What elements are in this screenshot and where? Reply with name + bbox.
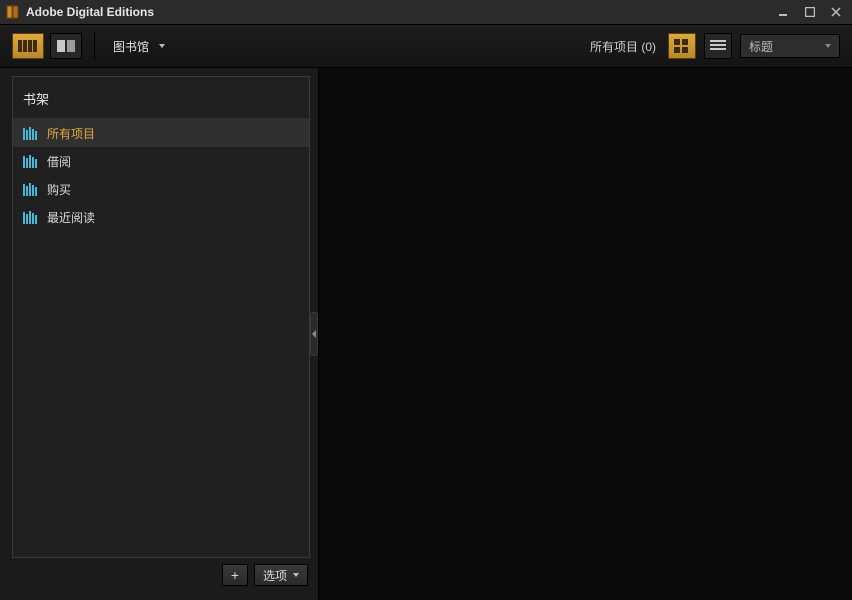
shelf-item-label: 最近阅读 <box>47 209 95 226</box>
shelf-item-label: 所有项目 <box>47 125 95 142</box>
bookshelf-icon <box>23 126 39 140</box>
window-title: Adobe Digital Editions <box>26 5 154 19</box>
library-view-button[interactable] <box>12 33 44 59</box>
sort-dropdown-label: 标题 <box>749 38 773 55</box>
bookshelf-icon <box>23 182 39 196</box>
library-menu[interactable]: 图书馆 <box>107 34 171 59</box>
close-button[interactable] <box>826 2 846 22</box>
sidebar-header: 书架 <box>13 77 309 119</box>
sidebar-splitter[interactable] <box>310 68 318 600</box>
toolbar: 图书馆 所有项目 (0) <box>0 25 852 68</box>
shelf-item-all[interactable]: 所有项目 <box>13 119 309 147</box>
shelf-item-recent[interactable]: 最近阅读 <box>13 203 309 231</box>
shelf-options-label: 选项 <box>263 567 287 584</box>
splitter-handle <box>310 312 318 356</box>
bookshelf-sidebar: 书架 所有项目 <box>12 76 310 558</box>
app-icon <box>6 5 20 19</box>
shelf-options-button[interactable]: 选项 <box>254 564 308 586</box>
content-area <box>318 68 852 600</box>
reading-view-button[interactable] <box>50 33 82 59</box>
add-shelf-button[interactable]: + <box>222 564 248 586</box>
shelf-item-purchased[interactable]: 购买 <box>13 175 309 203</box>
toolbar-separator <box>94 32 95 60</box>
library-menu-label: 图书馆 <box>113 38 149 55</box>
app-window: Adobe Digital Editions <box>0 0 852 600</box>
chevron-down-icon <box>293 573 299 577</box>
thumbnail-view-button[interactable] <box>668 33 696 59</box>
collapse-left-icon <box>312 330 316 338</box>
bookshelf-icon <box>23 210 39 224</box>
item-count-status: 所有项目 (0) <box>590 38 656 55</box>
sidebar-container: 书架 所有项目 <box>0 68 310 600</box>
chevron-down-icon <box>159 44 165 48</box>
shelf-item-borrowed[interactable]: 借阅 <box>13 147 309 175</box>
shelf-list: 所有项目 借阅 <box>13 119 309 557</box>
chevron-down-icon <box>825 44 831 48</box>
shelf-item-label: 购买 <box>47 181 71 198</box>
list-view-button[interactable] <box>704 33 732 59</box>
maximize-button[interactable] <box>800 2 820 22</box>
toolbar-right-group: 所有项目 (0) 标题 <box>590 33 840 59</box>
minimize-button[interactable] <box>774 2 794 22</box>
main-body: 书架 所有项目 <box>0 68 852 600</box>
titlebar: Adobe Digital Editions <box>0 0 852 25</box>
sort-dropdown[interactable]: 标题 <box>740 34 840 58</box>
shelf-item-label: 借阅 <box>47 153 71 170</box>
sidebar-footer: + 选项 <box>12 558 310 592</box>
bookshelf-icon <box>23 154 39 168</box>
